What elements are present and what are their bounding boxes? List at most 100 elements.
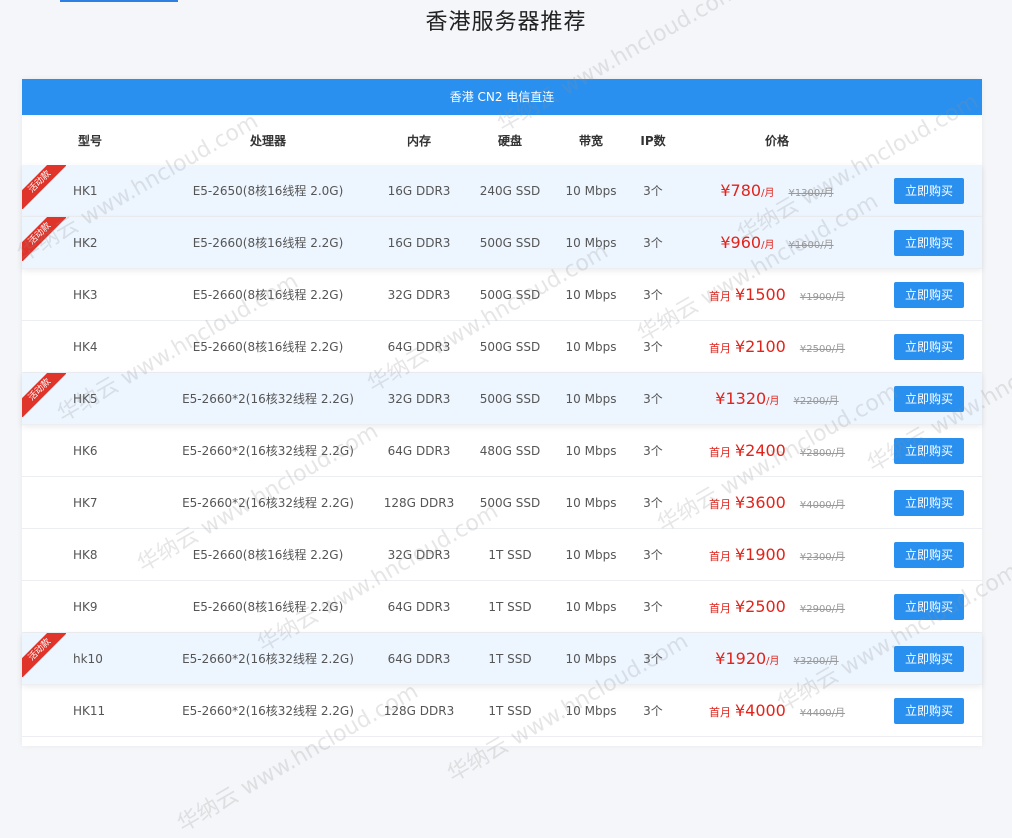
original-price: ¥1900/月 xyxy=(799,292,846,303)
ip-count-cell: 3个 xyxy=(643,392,663,406)
price-unit: /月 xyxy=(766,656,780,667)
ram-cell: 32G DDR3 xyxy=(387,287,451,302)
bandwidth-cell: 10 Mbps xyxy=(565,391,617,406)
disk-cell: 1T SSD xyxy=(488,703,532,718)
buy-now-button[interactable]: 立即购买 xyxy=(894,437,964,464)
buy-now-button[interactable]: 立即购买 xyxy=(894,489,964,516)
ram-cell: 16G DDR3 xyxy=(387,183,451,198)
buy-cell: 立即购买 xyxy=(894,269,964,320)
buy-now-button[interactable]: 立即购买 xyxy=(894,333,964,360)
model-cell: HK5 xyxy=(73,391,98,406)
col-header-price: 价格 xyxy=(764,133,789,148)
original-price: ¥1600/月 xyxy=(788,240,834,251)
model-cell: HK6 xyxy=(73,443,98,458)
buy-cell: 立即购买 xyxy=(894,321,964,372)
buy-cell: 立即购买 xyxy=(894,581,964,632)
disk-cell: 500G SSD xyxy=(479,339,541,354)
col-header-ram: 内存 xyxy=(406,133,431,148)
bandwidth-cell: 10 Mbps xyxy=(565,443,617,458)
disk-cell: 1T SSD xyxy=(488,651,532,666)
disk-cell: 240G SSD xyxy=(479,183,541,198)
ram-cell: 64G DDR3 xyxy=(387,651,451,666)
ip-count-cell: 3个 xyxy=(643,340,663,354)
original-price: ¥4400/月 xyxy=(799,708,846,719)
buy-now-button[interactable]: 立即购买 xyxy=(894,385,964,412)
price-cell: 首月 ¥1900 ¥2300/月 xyxy=(682,529,872,580)
buy-cell: 立即购买 xyxy=(894,425,964,476)
cpu-cell: E5-2660*2(16核32线程 2.2G) xyxy=(182,652,354,666)
first-month-tag: 首月 xyxy=(708,498,731,511)
original-price: ¥2300/月 xyxy=(799,552,846,563)
model-cell: HK9 xyxy=(73,599,98,614)
currency-symbol: ¥ xyxy=(734,597,746,616)
ram-cell: 32G DDR3 xyxy=(387,391,451,406)
price-cell: ¥1320/月 ¥2200/月 xyxy=(682,373,872,424)
table-row: 活动款 hk10 E5-2660*2(16核32线程 2.2G) 64G DDR3 1T… xyxy=(22,633,982,685)
table-row: HK8 E5-2660(8核16线程 2.2G) 32G DDR3 1T SSD 10 … xyxy=(22,529,982,581)
ip-count-cell: 3个 xyxy=(643,236,663,250)
buy-now-button[interactable]: 立即购买 xyxy=(894,281,964,308)
currency-symbol: ¥ xyxy=(734,493,746,512)
col-header-disk: 硬盘 xyxy=(497,133,522,148)
disk-cell: 500G SSD xyxy=(479,235,541,250)
model-cell: HK1 xyxy=(73,183,98,198)
buy-cell: 立即购买 xyxy=(894,633,964,684)
buy-now-button[interactable]: 立即购买 xyxy=(894,229,964,256)
ip-count-cell: 3个 xyxy=(643,548,663,562)
table-body: 活动款 HK1 E5-2650(8核16线程 2.0G) 16G DDR3 240G S… xyxy=(22,165,982,737)
buy-now-button[interactable]: 立即购买 xyxy=(894,697,964,724)
current-price: 3600 xyxy=(745,493,786,512)
price-group: ¥1920/月 ¥3200/月 xyxy=(715,649,838,668)
disk-cell: 500G SSD xyxy=(479,495,541,510)
cpu-cell: E5-2660(8核16线程 2.2G) xyxy=(192,600,344,614)
price-cell: 首月 ¥3600 ¥4000/月 xyxy=(682,477,872,528)
ram-cell: 64G DDR3 xyxy=(387,339,451,354)
price-cell: ¥960/月 ¥1600/月 xyxy=(682,217,872,268)
page-title: 香港服务器推荐 xyxy=(425,10,587,35)
currency-symbol: ¥ xyxy=(715,649,726,668)
cpu-cell: E5-2650(8核16线程 2.0G) xyxy=(192,184,344,198)
price-group: 首月 ¥2100 ¥2500/月 xyxy=(709,337,845,356)
price-group: ¥960/月 ¥1600/月 xyxy=(720,233,833,252)
cpu-cell: E5-2660(8核16线程 2.2G) xyxy=(192,548,344,562)
col-header-cpu: 处理器 xyxy=(249,133,286,148)
ip-count-cell: 3个 xyxy=(643,652,663,666)
table-row: HK7 E5-2660*2(16核32线程 2.2G) 128G DDR3 500G … xyxy=(22,477,982,529)
col-header-bandwidth: 带宽 xyxy=(578,133,603,148)
currency-symbol: ¥ xyxy=(734,337,746,356)
table-header: 型号 处理器 内存 硬盘 带宽 IP数 价格 xyxy=(22,115,982,165)
buy-now-button[interactable]: 立即购买 xyxy=(894,177,964,204)
ram-cell: 64G DDR3 xyxy=(387,599,451,614)
model-cell: HK2 xyxy=(73,235,98,250)
buy-cell: 立即购买 xyxy=(894,373,964,424)
bandwidth-cell: 10 Mbps xyxy=(565,339,617,354)
cpu-cell: E5-2660(8核16线程 2.2G) xyxy=(192,288,344,302)
first-month-tag: 首月 xyxy=(708,446,731,459)
server-table-panel: 香港 CN2 电信直连 型号 处理器 内存 硬盘 带宽 IP数 价格 活动款 HK… xyxy=(22,79,982,746)
buy-now-button[interactable]: 立即购买 xyxy=(894,541,964,568)
col-header-model: 型号 xyxy=(77,133,102,148)
price-group: 首月 ¥2500 ¥2900/月 xyxy=(709,597,845,616)
currency-symbol: ¥ xyxy=(720,233,731,252)
model-cell: HK11 xyxy=(73,703,106,718)
disk-cell: 1T SSD xyxy=(488,599,532,614)
col-header-ip: IP数 xyxy=(640,133,666,148)
cpu-cell: E5-2660(8核16线程 2.2G) xyxy=(192,236,344,250)
currency-symbol: ¥ xyxy=(720,181,731,200)
buy-cell: 立即购买 xyxy=(894,529,964,580)
price-group: ¥1320/月 ¥2200/月 xyxy=(715,389,838,408)
original-price: ¥2800/月 xyxy=(799,448,846,459)
ip-count-cell: 3个 xyxy=(643,184,663,198)
disk-cell: 1T SSD xyxy=(488,547,532,562)
buy-now-button[interactable]: 立即购买 xyxy=(894,593,964,620)
table-row: HK11 E5-2660*2(16核32线程 2.2G) 128G DDR3 1T S… xyxy=(22,685,982,737)
model-cell: HK4 xyxy=(73,339,98,354)
model-cell: HK3 xyxy=(73,287,98,302)
bandwidth-cell: 10 Mbps xyxy=(565,287,617,302)
buy-now-button[interactable]: 立即购买 xyxy=(894,645,964,672)
current-price: 4000 xyxy=(745,701,786,720)
buy-cell: 立即购买 xyxy=(894,165,964,216)
price-group: 首月 ¥3600 ¥4000/月 xyxy=(709,493,845,512)
disk-cell: 500G SSD xyxy=(479,391,541,406)
cpu-cell: E5-2660(8核16线程 2.2G) xyxy=(192,340,344,354)
